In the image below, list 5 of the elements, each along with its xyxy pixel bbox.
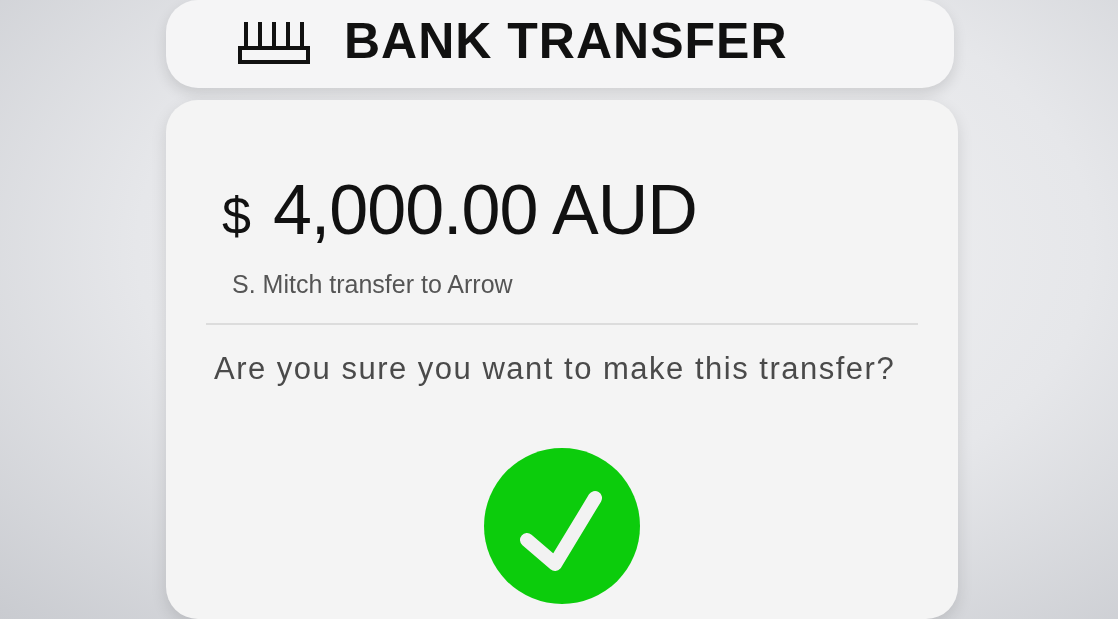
currency-symbol: $ xyxy=(222,186,251,247)
transfer-amount: 4,000.00 AUD xyxy=(272,170,697,251)
header-title: BANK TRANSFER xyxy=(344,16,788,67)
confirm-prompt: Are you sure you want to make this transfer? xyxy=(214,351,897,388)
transfer-description: S. Mitch transfer to Arrow xyxy=(232,270,514,300)
